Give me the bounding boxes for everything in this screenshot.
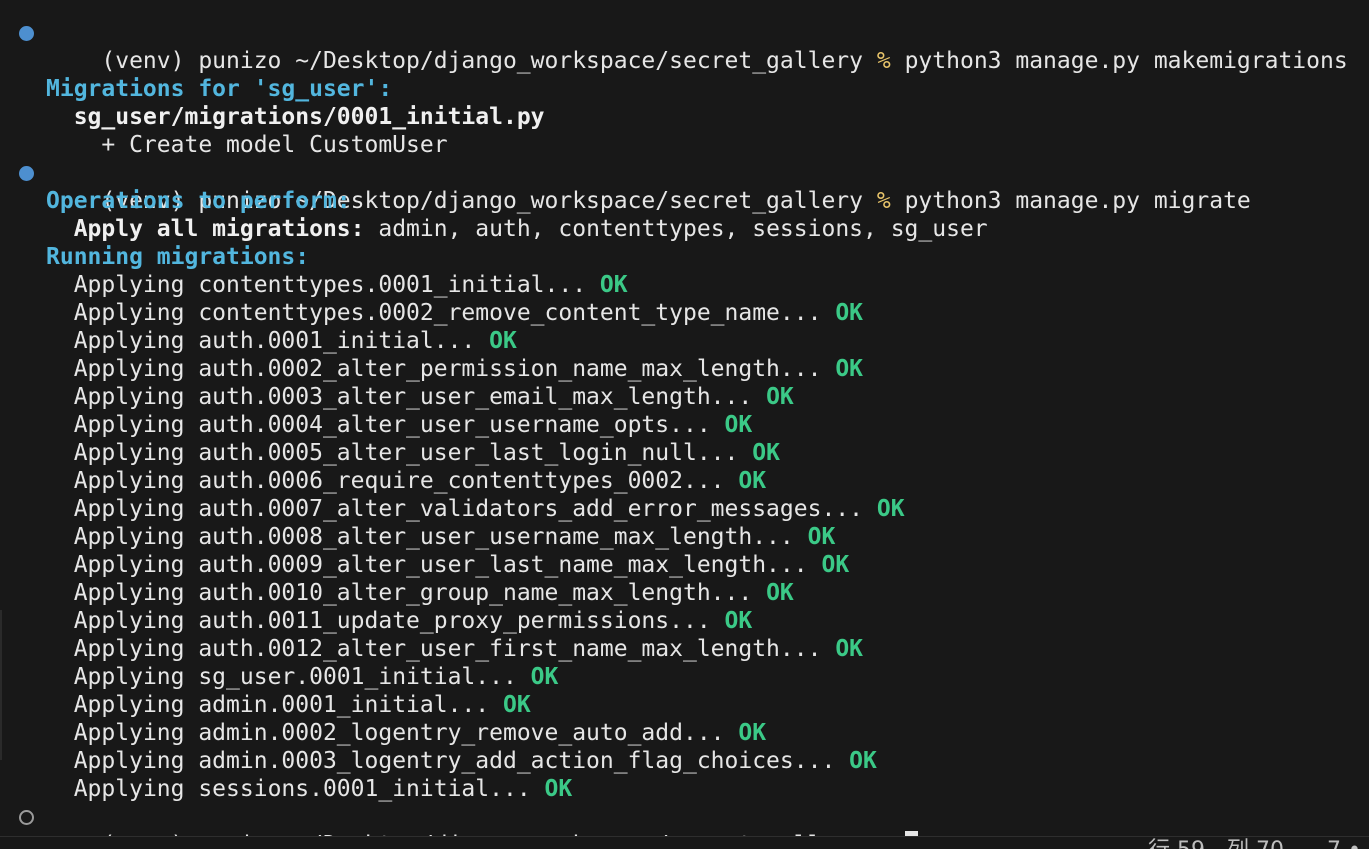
- migration-step: Applying auth.0005_alter_user_last_login…: [0, 439, 1369, 467]
- migration-step-text: Applying auth.0011_update_proxy_permissi…: [73, 608, 711, 634]
- output-line: Running migrations:: [0, 243, 1369, 271]
- migration-status: OK: [835, 300, 864, 326]
- terminal-output[interactable]: (venv) punizo ~/Desktop/django_workspace…: [0, 19, 1369, 849]
- migration-step: Applying admin.0001_initial... OK: [0, 691, 1369, 719]
- migration-status: OK: [766, 384, 794, 410]
- migration-step: Applying sessions.0001_initial... OK: [0, 775, 1369, 803]
- apply-apps: admin, auth, contenttypes, sessions, sg_…: [378, 216, 988, 242]
- migration-step: Applying auth.0002_alter_permission_name…: [0, 355, 1369, 383]
- migration-step-text: Applying auth.0002_alter_permission_name…: [73, 356, 822, 382]
- migration-status: OK: [530, 664, 559, 690]
- migration-step: Applying admin.0003_logentry_add_action_…: [0, 747, 1369, 775]
- migration-status: OK: [835, 356, 864, 382]
- migration-status: OK: [544, 776, 573, 802]
- migration-step: Applying admin.0002_logentry_remove_auto…: [0, 719, 1369, 747]
- migration-status: OK: [876, 496, 905, 522]
- output-line: sg_user/migrations/0001_initial.py: [0, 103, 1369, 131]
- command-decoration-dot-icon[interactable]: [19, 166, 34, 181]
- operations-header: Operations to perform:: [46, 188, 351, 214]
- output-line: Apply all migrations: admin, auth, conte…: [0, 215, 1369, 243]
- migration-change: + Create model CustomUser: [101, 132, 448, 158]
- migration-status: OK: [821, 552, 850, 578]
- migration-step-text: Applying auth.0009_alter_user_last_name_…: [73, 552, 808, 578]
- migration-step-text: Applying admin.0003_logentry_add_action_…: [73, 748, 836, 774]
- apply-label: Apply all migrations:: [73, 216, 365, 242]
- migration-step: Applying sg_user.0001_initial... OK: [0, 663, 1369, 691]
- output-line: + Create model CustomUser: [0, 131, 1369, 159]
- migration-status: OK: [738, 468, 767, 494]
- migration-status: OK: [724, 412, 753, 438]
- migration-step-text: Applying sessions.0001_initial...: [73, 776, 531, 802]
- migration-step-text: Applying auth.0010_alter_group_name_max_…: [73, 580, 753, 606]
- migration-status: OK: [766, 580, 794, 606]
- migration-status: OK: [599, 272, 628, 298]
- command-decoration-dot-icon[interactable]: [19, 26, 34, 41]
- migration-step-text: Applying admin.0002_logentry_remove_auto…: [73, 720, 725, 746]
- migration-status: OK: [807, 524, 836, 550]
- migration-step: Applying auth.0003_alter_user_email_max_…: [0, 383, 1369, 411]
- command-line: (venv) punizo ~/Desktop/django_workspace…: [0, 19, 1369, 74]
- migration-step-text: Applying auth.0006_require_contenttypes_…: [73, 468, 725, 494]
- current-command-line[interactable]: (venv) punizo ~/Desktop/django_workspace…: [0, 803, 1369, 849]
- migration-status: OK: [489, 328, 517, 354]
- migration-step-text: Applying contenttypes.0001_initial...: [73, 272, 587, 298]
- command-decoration-empty-icon: [19, 810, 34, 825]
- migration-step: Applying auth.0007_alter_validators_add_…: [0, 495, 1369, 523]
- migration-step-text: Applying auth.0005_alter_user_last_login…: [73, 440, 739, 466]
- output-line: Operations to perform:: [0, 187, 1369, 215]
- migration-step-text: Applying auth.0008_alter_user_username_m…: [73, 524, 794, 550]
- migration-status: OK: [752, 440, 780, 466]
- migration-step: Applying contenttypes.0001_initial... OK: [0, 271, 1369, 299]
- running-header: Running migrations:: [46, 244, 310, 270]
- output-line: Migrations for 'sg_user':: [0, 75, 1369, 103]
- gutter-divider: [0, 610, 2, 760]
- migration-step-text: Applying auth.0012_alter_user_first_name…: [73, 636, 822, 662]
- migration-step-text: Applying auth.0001_initial...: [73, 328, 476, 354]
- migration-step-text: Applying auth.0003_alter_user_email_max_…: [73, 384, 753, 410]
- migration-step: Applying auth.0010_alter_group_name_max_…: [0, 579, 1369, 607]
- migration-step-text: Applying contenttypes.0002_remove_conten…: [73, 300, 822, 326]
- migration-step-text: Applying auth.0007_alter_validators_add_…: [73, 496, 863, 522]
- migration-step: Applying auth.0009_alter_user_last_name_…: [0, 551, 1369, 579]
- migration-file: sg_user/migrations/0001_initial.py: [73, 104, 545, 130]
- migration-step-text: Applying auth.0004_alter_user_username_o…: [73, 412, 711, 438]
- migration-step: Applying auth.0004_alter_user_username_o…: [0, 411, 1369, 439]
- migration-step: Applying auth.0001_initial... OK: [0, 327, 1369, 355]
- cursor-position-indicator[interactable]: 行 59，列 70 7 •: [1148, 838, 1361, 849]
- status-bar: 行 59，列 70 7 •: [0, 836, 1369, 849]
- migration-step: Applying contenttypes.0002_remove_conten…: [0, 299, 1369, 327]
- migration-status: OK: [835, 636, 864, 662]
- migration-step-text: Applying admin.0001_initial...: [73, 692, 490, 718]
- migration-status: OK: [724, 608, 753, 634]
- migration-step: Applying auth.0006_require_contenttypes_…: [0, 467, 1369, 495]
- migration-step: Applying auth.0011_update_proxy_permissi…: [0, 607, 1369, 635]
- migration-status: OK: [849, 748, 877, 774]
- migration-status: OK: [502, 692, 531, 718]
- command-line: (venv) punizo ~/Desktop/django_workspace…: [0, 159, 1369, 214]
- migration-status: OK: [738, 720, 767, 746]
- migration-step-text: Applying sg_user.0001_initial...: [73, 664, 517, 690]
- migration-step: Applying auth.0012_alter_user_first_name…: [0, 635, 1369, 663]
- migration-step: Applying auth.0008_alter_user_username_m…: [0, 523, 1369, 551]
- migrations-header: Migrations for 'sg_user':: [46, 76, 393, 102]
